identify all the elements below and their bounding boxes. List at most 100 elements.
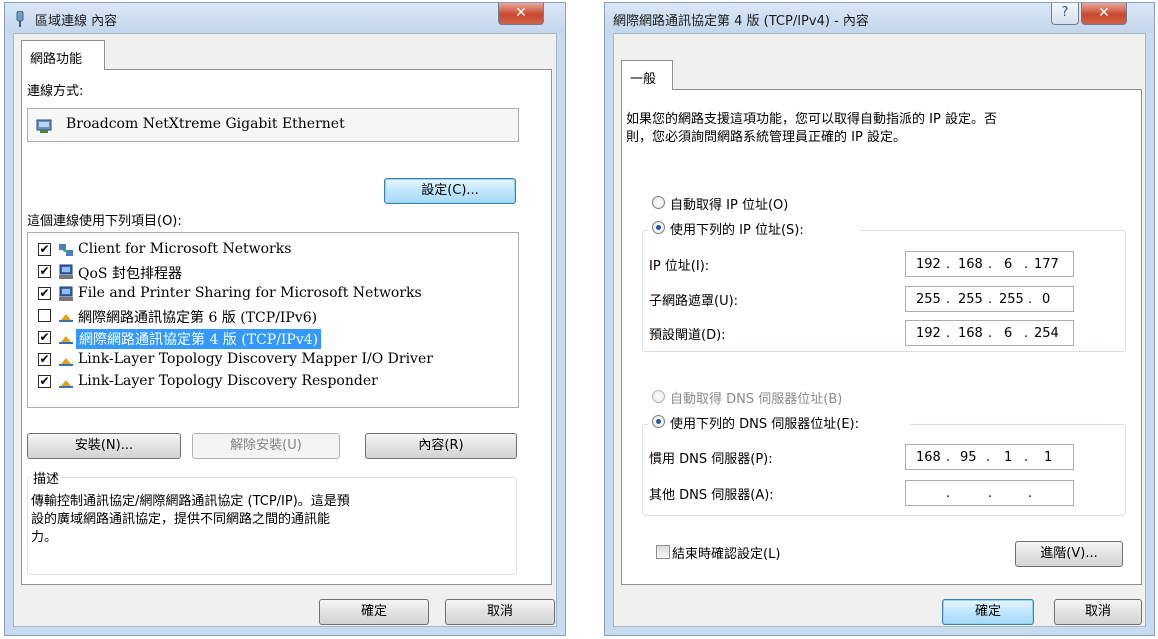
item-label: File and Printer Sharing for Microsoft N… <box>78 285 422 301</box>
list-item[interactable]: ✔ Client for Microsoft Networks <box>34 239 514 261</box>
validate-checkbox[interactable] <box>656 545 670 559</box>
advanced-button[interactable]: 進階(V)... <box>1015 541 1123 567</box>
checkbox[interactable]: ✔ <box>38 265 51 278</box>
adapter-name: Broadcom NetXtreme Gigabit Ethernet <box>66 116 345 132</box>
checkbox[interactable]: ✔ <box>38 353 51 366</box>
description-text-line-3: 力。 <box>31 530 58 545</box>
close-icon: ✕ <box>1098 5 1110 21</box>
general-tab-panel: 如果您的網路支援這項功能，您可以取得自動指派的 IP 設定。否 則，您必須詢問網… <box>621 89 1142 585</box>
tab-networking[interactable]: 網路功能 <box>21 40 105 70</box>
ok-button[interactable]: 確定 <box>319 599 429 625</box>
preferred-dns-label: 慣用 DNS 伺服器(P): <box>649 452 773 467</box>
item-label: Link-Layer Topology Discovery Responder <box>78 373 378 389</box>
protocol-icon <box>59 336 73 344</box>
auto-ip-label: 自動取得 IP 位址(O) <box>670 198 789 213</box>
checkbox[interactable]: ✔ <box>38 287 51 300</box>
tab-general[interactable]: 一般 <box>621 60 673 90</box>
computer-service-icon <box>59 286 73 301</box>
item-label: QoS 封包排程器 <box>78 266 182 282</box>
cancel-button[interactable]: 取消 <box>445 599 555 625</box>
left-client-area: 網路功能 連線方式: Broadcom NetXtreme Gigabit Et… <box>13 33 557 627</box>
connect-using-label: 連線方式: <box>27 84 84 99</box>
list-item[interactable]: ✔ QoS 封包排程器 <box>34 261 514 283</box>
manual-dns-label: 使用下列的 DNS 伺服器位址(E): <box>670 417 859 432</box>
validate-label: 結束時確認設定(L) <box>672 547 781 562</box>
components-list[interactable]: ✔ Client for Microsoft Networks ✔ QoS 封包… <box>27 232 519 408</box>
list-item[interactable]: 網際網路通訊協定第 6 版 (TCP/IPv6) <box>34 305 514 327</box>
checkbox[interactable] <box>38 309 51 322</box>
configure-button[interactable]: 設定(C)... <box>384 178 516 204</box>
ip-address-label: IP 位址(I): <box>649 259 710 274</box>
network-client-icon <box>59 244 73 256</box>
close-icon: ✕ <box>515 5 527 21</box>
right-window-title: 網際網路通訊協定第 4 版 (TCP/IPv4) - 內容 <box>613 14 869 29</box>
ip-octet: 255 <box>999 292 1024 307</box>
checkbox[interactable]: ✔ <box>38 243 51 256</box>
ip-octet: 168 <box>958 257 983 272</box>
left-close-button[interactable]: ✕ <box>498 3 544 25</box>
checkbox[interactable]: ✔ <box>38 331 51 344</box>
network-card-icon <box>36 119 52 133</box>
auto-ip-radio[interactable] <box>652 196 665 209</box>
item-label-selected: 網際網路通訊協定第 4 版 (TCP/IPv4) <box>76 329 322 349</box>
items-label: 這個連線使用下列項目(O): <box>27 214 182 229</box>
help-button[interactable]: ? <box>1051 3 1079 25</box>
ip-octet: 1 <box>1044 450 1053 465</box>
protocol-icon <box>59 358 73 366</box>
ip-octet: 192 <box>916 326 941 341</box>
right-client-area: 一般 如果您的網路支援這項功能，您可以取得自動指派的 IP 設定。否 則，您必須… <box>613 33 1146 627</box>
subnet-field[interactable]: 255. 255. 255. 0 <box>905 286 1074 312</box>
protocol-icon <box>59 314 73 322</box>
adapter-box: Broadcom NetXtreme Gigabit Ethernet <box>27 108 519 142</box>
ok-button[interactable]: 確定 <box>942 599 1034 625</box>
networking-tab-panel: 連線方式: Broadcom NetXtreme Gigabit Etherne… <box>21 69 552 585</box>
right-close-button[interactable]: ✕ <box>1081 3 1127 25</box>
intro-text-line-2: 則，您必須詢問網路系統管理員正確的 IP 設定。 <box>626 130 906 145</box>
ip-octet: 168 <box>916 450 941 465</box>
intro-text-line-1: 如果您的網路支援這項功能，您可以取得自動指派的 IP 設定。否 <box>626 112 997 127</box>
list-item[interactable]: ✔ File and Printer Sharing for Microsoft… <box>34 283 514 305</box>
preferred-dns-field[interactable]: 168. 95. 1. 1 <box>905 444 1074 470</box>
list-item[interactable]: ✔ Link-Layer Topology Discovery Responde… <box>34 371 514 393</box>
properties-button[interactable]: 內容(R) <box>365 433 517 459</box>
right-titlebar[interactable]: 網際網路通訊協定第 4 版 (TCP/IPv4) - 內容 ? ✕ <box>605 3 1154 33</box>
auto-dns-radio[interactable] <box>652 390 665 403</box>
auto-dns-label: 自動取得 DNS 伺服器位址(B) <box>670 392 843 407</box>
list-item[interactable]: ✔ 網際網路通訊協定第 4 版 (TCP/IPv4) <box>34 327 514 349</box>
alternate-dns-field[interactable]: . . . <box>905 480 1074 506</box>
ip-octet: 255 <box>958 292 983 307</box>
alternate-dns-label: 其他 DNS 伺服器(A): <box>649 488 774 503</box>
computer-service-icon <box>59 264 73 279</box>
uninstall-button[interactable]: 解除安裝(U) <box>192 433 340 459</box>
description-text-line-2: 設的廣域網路通訊協定，提供不同網路之間的通訊能 <box>31 512 331 527</box>
local-area-connection-properties-window: 區域連線 內容 ✕ 網路功能 連線方式: Broadcom NetXtreme … <box>4 2 566 636</box>
network-adapter-icon <box>16 11 24 27</box>
manual-ip-radio[interactable] <box>652 221 665 234</box>
cancel-button[interactable]: 取消 <box>1054 599 1142 625</box>
help-icon: ? <box>1061 5 1069 20</box>
subnet-label: 子網路遮罩(U): <box>649 294 739 309</box>
ip-octet: 192 <box>916 257 941 272</box>
ip-octet: 6 <box>1004 326 1013 341</box>
item-label: Client for Microsoft Networks <box>78 241 292 257</box>
manual-ip-label: 使用下列的 IP 位址(S): <box>670 223 804 238</box>
gateway-label: 預設閘道(D): <box>649 328 726 343</box>
tcpipv4-properties-window: 網際網路通訊協定第 4 版 (TCP/IPv4) - 內容 ? ✕ 一般 如果您… <box>604 2 1155 636</box>
left-window-title: 區域連線 內容 <box>35 14 118 29</box>
protocol-icon <box>59 380 73 388</box>
gateway-field[interactable]: 192. 168. 6. 254 <box>905 320 1074 346</box>
ip-octet: 177 <box>1034 257 1059 272</box>
ip-octet: 254 <box>1034 326 1059 341</box>
ip-octet: 168 <box>958 326 983 341</box>
manual-dns-radio[interactable] <box>652 415 665 428</box>
list-item[interactable]: ✔ Link-Layer Topology Discovery Mapper I… <box>34 349 514 371</box>
checkbox[interactable]: ✔ <box>38 375 51 388</box>
description-text-line-1: 傳輸控制通訊協定/網際網路通訊協定 (TCP/IP)。這是預 <box>31 494 350 509</box>
ip-address-field[interactable]: 192. 168. 6. 177 <box>905 251 1074 277</box>
left-titlebar[interactable]: 區域連線 內容 ✕ <box>5 3 565 33</box>
ip-octet: 1 <box>1004 450 1013 465</box>
item-label: 網際網路通訊協定第 6 版 (TCP/IPv6) <box>78 310 318 326</box>
item-label: Link-Layer Topology Discovery Mapper I/O… <box>78 351 433 367</box>
install-button[interactable]: 安裝(N)... <box>27 433 181 459</box>
ip-octet: 6 <box>1004 257 1013 272</box>
